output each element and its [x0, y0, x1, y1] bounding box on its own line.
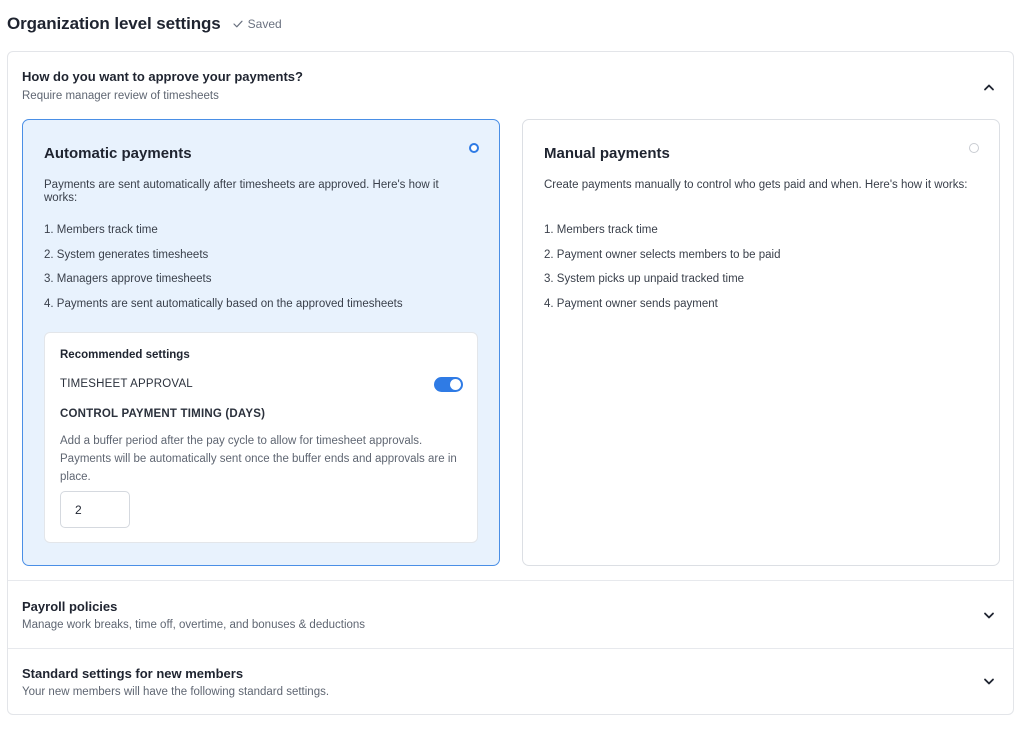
chevron-up-icon	[984, 84, 994, 91]
payment-timing-days-input[interactable]	[60, 491, 130, 528]
payroll-policies-section[interactable]: Payroll policies Manage work breaks, tim…	[8, 580, 1013, 648]
section-subtitle: Manage work breaks, time off, overtime, …	[22, 619, 366, 631]
manual-payments-card[interactable]: Manual payments Create payments manually…	[522, 119, 1000, 566]
page-title: Organization level settings	[7, 14, 221, 33]
timesheet-approval-label: TIMESHEET APPROVAL	[60, 378, 193, 390]
manual-payments-radio[interactable]	[969, 143, 979, 153]
section-title[interactable]: Standard settings for new members	[22, 666, 243, 681]
section-subtitle: Your new members will have the following…	[22, 686, 330, 698]
list-item: 2. System generates timesheets	[44, 248, 209, 261]
list-item: 3. Managers approve timesheets	[44, 273, 212, 285]
list-item: 3. System picks up unpaid tracked time	[544, 273, 745, 285]
saved-status: Saved	[233, 17, 282, 31]
card-title: Manual payments	[544, 145, 670, 162]
approve-payments-section: How do you want to approve your payments…	[8, 52, 1013, 580]
control-payment-timing-label: CONTROL PAYMENT TIMING (DAYS)	[60, 408, 266, 420]
timesheet-approval-toggle[interactable]	[434, 377, 463, 392]
recommended-settings-panel: Recommended settings TIMESHEET APPROVAL …	[44, 332, 478, 543]
toggle-knob	[450, 379, 461, 390]
chevron-down-icon	[984, 612, 994, 619]
saved-label: Saved	[247, 17, 282, 31]
section-title[interactable]: How do you want to approve your payments…	[22, 69, 303, 84]
page-header: Organization level settings Saved	[7, 14, 282, 34]
list-item: 4. Payments are sent automatically based…	[44, 297, 403, 310]
list-item: 2. Payment owner selects members to be p…	[544, 248, 781, 261]
list-item: 4. Payment owner sends payment	[544, 297, 718, 310]
section-title[interactable]: Payroll policies	[22, 599, 117, 614]
card-description: Create payments manually to control who …	[544, 179, 968, 191]
collapse-section-button[interactable]	[981, 79, 997, 95]
section-subtitle: Require manager review of timesheets	[22, 90, 219, 102]
recommended-settings-title: Recommended settings	[60, 349, 190, 361]
expand-section-button[interactable]	[981, 608, 997, 624]
settings-panel: How do you want to approve your payments…	[7, 51, 1014, 715]
list-item: 1. Members track time	[44, 224, 158, 236]
automatic-steps-list: 1. Members track time 2. System generate…	[44, 223, 403, 321]
buffer-description: Add a buffer period after the pay cycle …	[60, 435, 457, 483]
expand-section-button[interactable]	[981, 674, 997, 690]
automatic-payments-radio[interactable]	[469, 143, 479, 153]
card-description: Payments are sent automatically after ti…	[44, 179, 439, 204]
manual-steps-list: 1. Members track time 2. Payment owner s…	[544, 223, 781, 321]
card-title: Automatic payments	[44, 145, 192, 162]
chevron-down-icon	[984, 678, 994, 685]
check-icon	[233, 20, 243, 28]
automatic-payments-card[interactable]: Automatic payments Payments are sent aut…	[22, 119, 500, 566]
standard-settings-section[interactable]: Standard settings for new members Your n…	[8, 648, 1013, 715]
list-item: 1. Members track time	[544, 224, 658, 236]
